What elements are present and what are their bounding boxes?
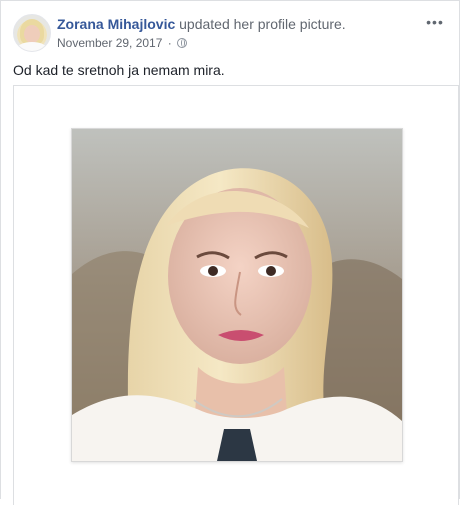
post-header: Zorana Mihajlovic updated her profile pi… bbox=[13, 13, 447, 53]
meta-separator: · bbox=[167, 36, 172, 50]
globe-icon[interactable] bbox=[177, 38, 188, 48]
right-eye bbox=[266, 266, 276, 276]
ellipsis-icon[interactable]: ••• bbox=[423, 14, 447, 30]
photo-container bbox=[13, 85, 459, 505]
left-eye bbox=[208, 266, 218, 276]
post-action-text: updated her profile picture. bbox=[175, 16, 346, 32]
post-meta: November 29, 2017 · bbox=[57, 35, 188, 51]
profile-picture-illustration bbox=[72, 129, 402, 461]
post-date-link[interactable]: November 29, 2017 bbox=[57, 36, 162, 50]
dark-top-shape bbox=[217, 429, 257, 461]
profile-avatar[interactable] bbox=[13, 14, 51, 52]
post-title-line: Zorana Mihajlovic updated her profile pi… bbox=[57, 15, 346, 33]
feed-post-card: Zorana Mihajlovic updated her profile pi… bbox=[0, 0, 460, 505]
avatar-face-shape bbox=[24, 25, 40, 43]
author-name-link[interactable]: Zorana Mihajlovic bbox=[57, 16, 175, 32]
avatar-shoulders-shape bbox=[17, 42, 47, 51]
post-status-text: Od kad te sretnoh ja nemam mira. bbox=[13, 62, 225, 78]
profile-picture-photo[interactable] bbox=[71, 128, 403, 462]
